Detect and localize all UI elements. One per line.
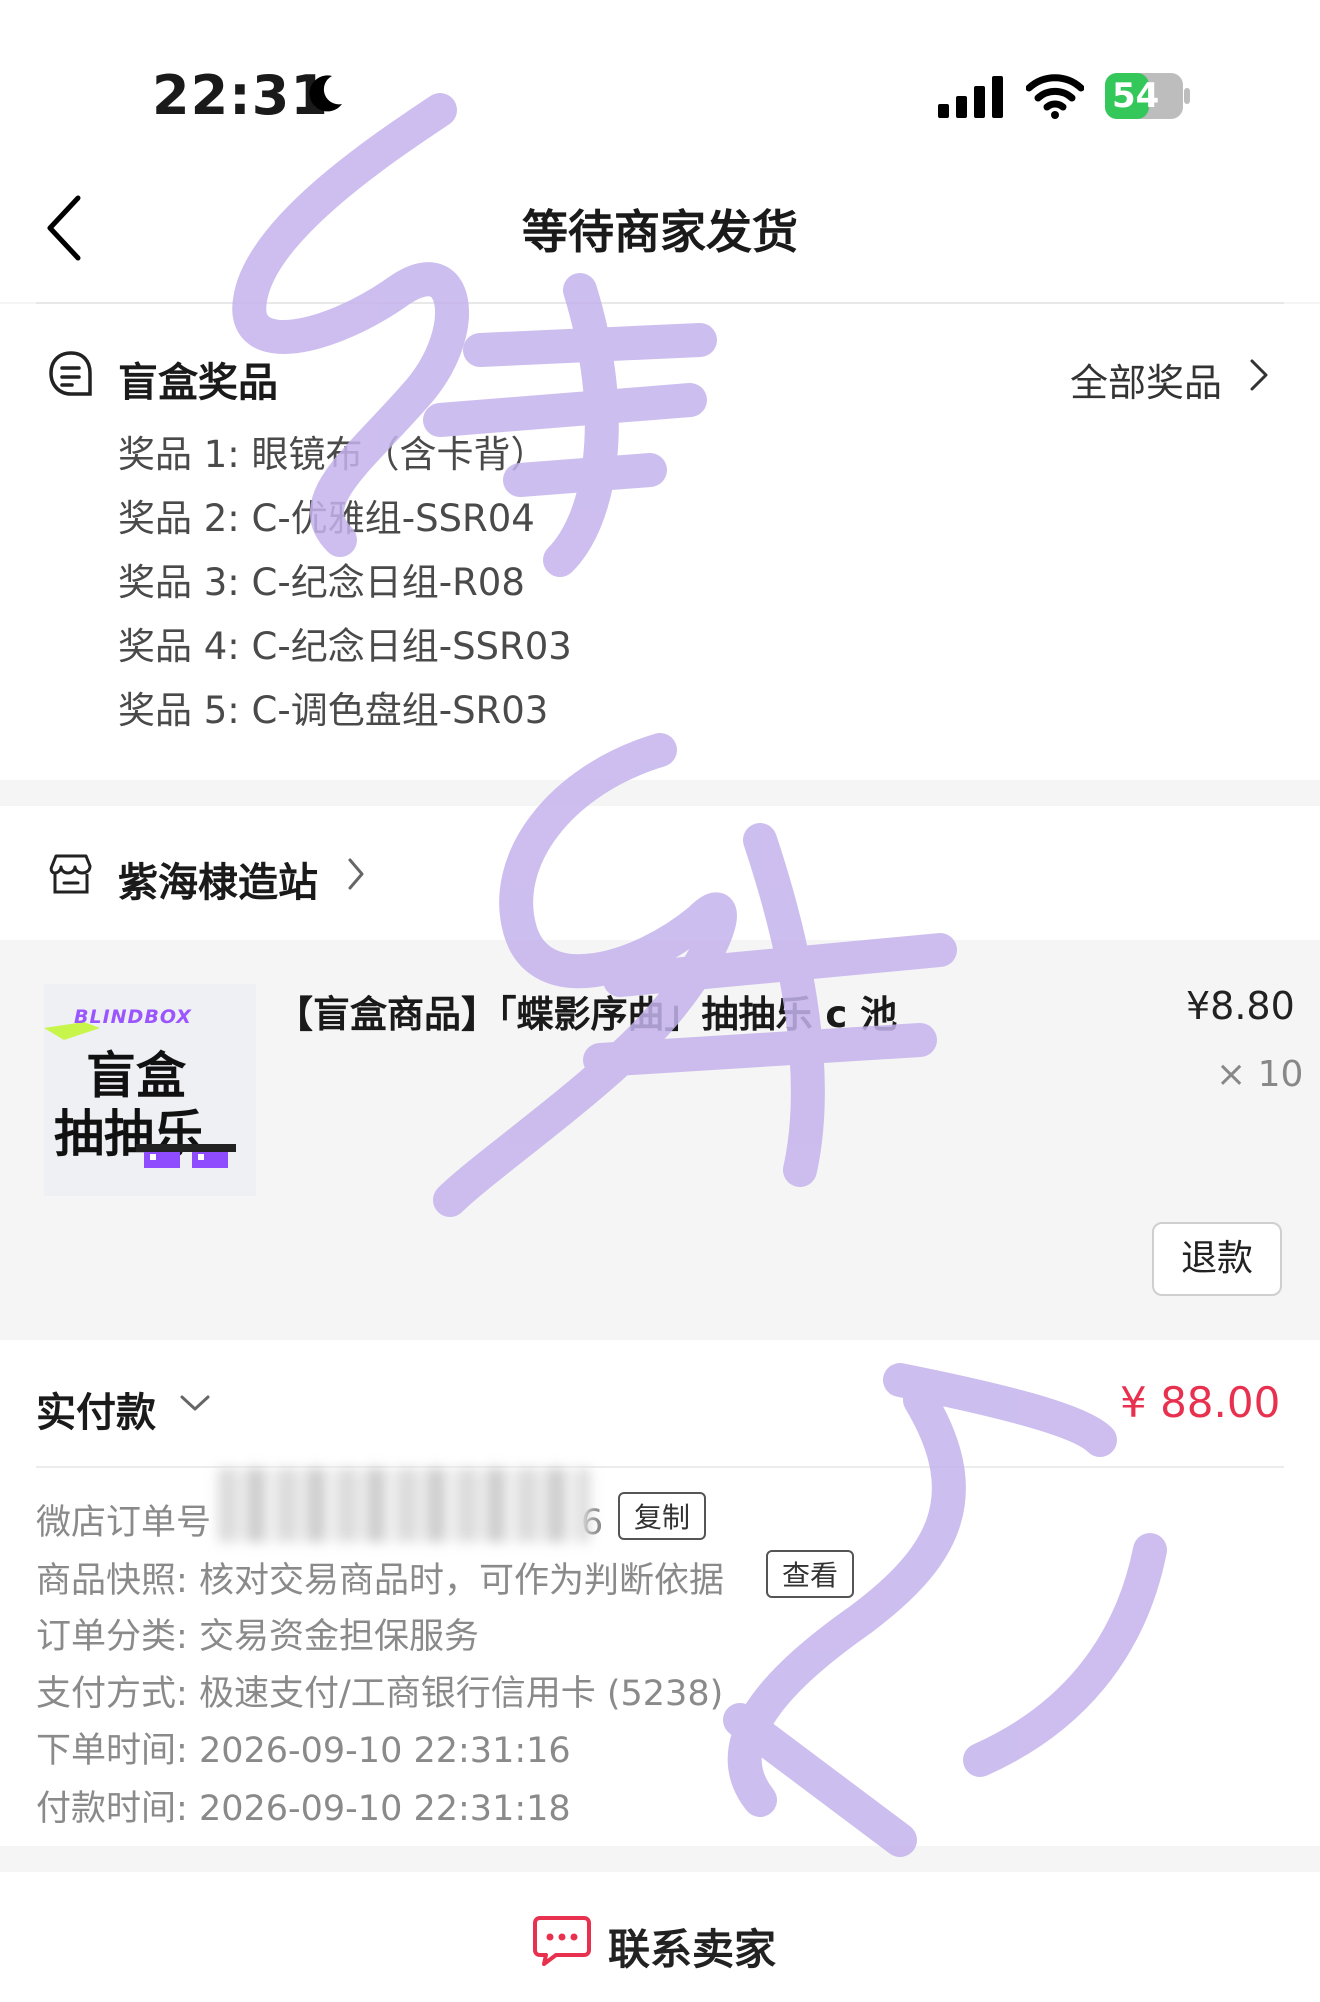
paid-amount-label[interactable]: 实付款: [36, 1380, 156, 1438]
product-price: ¥8.80: [1186, 984, 1295, 1028]
payment-method-row: 支付方式: 极速支付/工商银行信用卡 (5238): [36, 1665, 723, 1716]
copy-button[interactable]: 复制: [618, 1492, 707, 1540]
snapshot-label: 商品快照:: [36, 1561, 188, 1601]
order-number-label: 微店订单号: [36, 1503, 212, 1543]
payment-time-row: 付款时间: 2026-09-10 22:31:18: [36, 1780, 571, 1831]
product-thumbnail[interactable]: BLINDBOX 盲盒 抽抽乐: [44, 984, 256, 1196]
prize-list-icon: [49, 351, 92, 396]
chevron-right-icon[interactable]: [346, 856, 366, 892]
order-time-value: 2026-09-10 22:31:16: [198, 1731, 571, 1771]
wifi-icon: [1026, 74, 1084, 119]
cellular-signal-icon: [938, 76, 1003, 118]
chevron-down-icon[interactable]: [178, 1392, 212, 1414]
product-title[interactable]: 【盲盒商品】「蝶影序曲」抽抽乐 c 池: [276, 984, 897, 1038]
chat-icon[interactable]: [532, 1914, 592, 1966]
contact-seller-button[interactable]: 联系卖家: [608, 1916, 776, 1977]
shop-name[interactable]: 紫海棣造站: [118, 850, 318, 908]
payment-method-value: 极速支付/工商银行信用卡 (5238): [198, 1674, 724, 1714]
order-category-label: 订单分类:: [36, 1617, 188, 1657]
refund-button[interactable]: 退款: [1152, 1222, 1282, 1296]
page-title: 等待商家发货: [522, 205, 798, 259]
redacted-order-number: [218, 1468, 590, 1542]
pixel-sunglasses-icon: [136, 1144, 236, 1168]
all-prizes-link[interactable]: 全部奖品: [1070, 352, 1222, 407]
moon-icon: [309, 75, 342, 112]
view-snapshot-button[interactable]: 查看: [766, 1550, 855, 1598]
shop-icon: [49, 854, 92, 894]
order-category-value: 交易资金担保服务: [198, 1617, 479, 1657]
snapshot-text: 核对交易商品时，可作为判断依据: [198, 1561, 724, 1601]
prizes-title: 盲盒奖品: [118, 360, 278, 406]
prize-item: 奖品 5: C-调色盘组-SR03: [118, 689, 549, 732]
prize-list: 奖品 1: 眼镜布（含卡背） 奖品 2: C-优雅组-SSR04 奖品 3: C…: [118, 430, 572, 750]
snapshot-row: 商品快照: 核对交易商品时，可作为判断依据: [36, 1552, 724, 1603]
battery-level: 54: [1112, 76, 1160, 116]
prize-item: 奖品 4: C-纪念日组-SSR03: [118, 625, 572, 668]
order-time-row: 下单时间: 2026-09-10 22:31:16: [36, 1722, 571, 1773]
payment-method-label: 支付方式:: [36, 1674, 188, 1714]
paid-amount: ¥ 88.00: [1120, 1378, 1281, 1427]
order-time-label: 下单时间:: [36, 1731, 188, 1771]
thumbnail-brand: BLINDBOX: [74, 1006, 192, 1028]
product-quantity: × 10: [1216, 1054, 1304, 1095]
payment-time-label: 付款时间:: [36, 1789, 188, 1829]
prize-item: 奖品 2: C-优雅组-SSR04: [118, 497, 535, 540]
chevron-right-icon[interactable]: [1248, 357, 1270, 393]
battery-icon: 54: [1104, 72, 1192, 120]
order-category-row: 订单分类: 交易资金担保服务: [36, 1608, 479, 1659]
payment-time-value: 2026-09-10 22:31:18: [198, 1789, 571, 1829]
prize-item: 奖品 3: C-纪念日组-R08: [118, 561, 525, 604]
prize-item: 奖品 1: 眼镜布（含卡背）: [118, 433, 548, 476]
